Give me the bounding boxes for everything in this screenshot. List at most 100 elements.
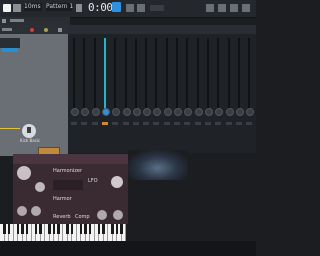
synth-knob-2[interactable] bbox=[35, 182, 45, 192]
black-key[interactable] bbox=[21, 224, 24, 234]
channel-slot[interactable] bbox=[81, 122, 87, 125]
fader-track[interactable] bbox=[186, 38, 188, 110]
mixer-channel[interactable] bbox=[152, 34, 161, 116]
black-key[interactable] bbox=[39, 224, 42, 234]
envelope-knob[interactable] bbox=[22, 124, 36, 138]
channel-slot[interactable] bbox=[184, 122, 190, 125]
pan-knob[interactable] bbox=[81, 108, 89, 116]
black-key[interactable] bbox=[48, 224, 51, 234]
mixer-channel[interactable] bbox=[111, 34, 120, 116]
mixer-channel[interactable] bbox=[91, 34, 100, 116]
fader-track[interactable] bbox=[125, 38, 127, 110]
fader-track[interactable] bbox=[228, 38, 230, 110]
pattern-select[interactable]: Pattern 1 bbox=[46, 3, 73, 11]
fader-track[interactable] bbox=[83, 38, 85, 110]
playlist-area[interactable]: Kick Basic bbox=[0, 34, 68, 161]
black-key[interactable] bbox=[79, 224, 83, 234]
black-key[interactable] bbox=[25, 224, 29, 234]
pan-knob[interactable] bbox=[215, 108, 223, 116]
tool-strip[interactable] bbox=[10, 19, 24, 22]
mixer-channel[interactable] bbox=[142, 34, 151, 116]
black-key[interactable] bbox=[7, 224, 11, 234]
browser-icon[interactable] bbox=[206, 4, 214, 12]
track-mute-indicator[interactable] bbox=[30, 28, 34, 32]
black-key[interactable] bbox=[88, 224, 92, 234]
mixer-channel[interactable] bbox=[132, 34, 141, 116]
channel-rack-icon[interactable] bbox=[230, 4, 238, 12]
channel-slot[interactable] bbox=[92, 122, 98, 125]
black-key[interactable] bbox=[66, 224, 69, 234]
black-key[interactable] bbox=[115, 224, 119, 234]
fader-track[interactable] bbox=[248, 38, 250, 110]
pan-knob[interactable] bbox=[112, 108, 120, 116]
black-key[interactable] bbox=[97, 224, 101, 234]
mixer-channel[interactable] bbox=[194, 34, 203, 116]
pan-knob[interactable] bbox=[123, 108, 131, 116]
channel-slot[interactable] bbox=[246, 122, 252, 125]
menu-icon[interactable] bbox=[3, 4, 11, 12]
fader-track[interactable] bbox=[238, 38, 240, 110]
metronome-icon[interactable] bbox=[137, 4, 145, 12]
black-key[interactable] bbox=[57, 224, 60, 234]
fader-track[interactable] bbox=[104, 38, 106, 110]
black-key[interactable] bbox=[52, 224, 56, 234]
track-solo-indicator[interactable] bbox=[44, 28, 48, 32]
fader-track[interactable] bbox=[155, 38, 157, 110]
pan-knob[interactable] bbox=[133, 108, 141, 116]
channel-slot[interactable] bbox=[205, 122, 211, 125]
track-settings-icon[interactable] bbox=[58, 28, 62, 32]
mixer-channel[interactable] bbox=[70, 34, 79, 116]
channel-slot[interactable] bbox=[226, 122, 232, 125]
mixer-channel[interactable] bbox=[122, 34, 131, 116]
snap-select[interactable]: 10ms bbox=[24, 3, 42, 11]
mixer-channel[interactable] bbox=[173, 34, 182, 116]
mixer-channel[interactable] bbox=[163, 34, 172, 116]
mixer-channel[interactable] bbox=[80, 34, 89, 116]
piano-roll-icon[interactable] bbox=[242, 4, 250, 12]
fader-track[interactable] bbox=[145, 38, 147, 110]
black-key[interactable] bbox=[84, 224, 87, 234]
black-key[interactable] bbox=[120, 224, 123, 234]
pan-knob[interactable] bbox=[174, 108, 182, 116]
channel-slot[interactable] bbox=[102, 122, 108, 125]
pan-knob[interactable] bbox=[246, 108, 254, 116]
fader-track[interactable] bbox=[217, 38, 219, 110]
synth-knob-4[interactable] bbox=[31, 206, 41, 216]
channel-slot[interactable] bbox=[71, 122, 77, 125]
black-key[interactable] bbox=[3, 224, 6, 234]
channel-slot[interactable] bbox=[174, 122, 180, 125]
channel-slot[interactable] bbox=[195, 122, 201, 125]
channel-slot[interactable] bbox=[143, 122, 149, 125]
mixer-channel[interactable] bbox=[204, 34, 213, 116]
mixer-icon[interactable] bbox=[218, 4, 226, 12]
pan-knob[interactable] bbox=[184, 108, 192, 116]
channel-slot[interactable] bbox=[215, 122, 221, 125]
tool-icon[interactable] bbox=[2, 19, 6, 23]
lfo-knob[interactable] bbox=[111, 176, 123, 188]
fader-track[interactable] bbox=[114, 38, 116, 110]
piano-keyboard[interactable] bbox=[0, 224, 127, 241]
channel-slot[interactable] bbox=[236, 122, 242, 125]
pan-knob[interactable] bbox=[205, 108, 213, 116]
pan-knob[interactable] bbox=[102, 108, 110, 116]
mixer-channel[interactable] bbox=[183, 34, 192, 116]
fader-track[interactable] bbox=[207, 38, 209, 110]
fader-track[interactable] bbox=[166, 38, 168, 110]
fader-track[interactable] bbox=[94, 38, 96, 110]
channel-slot[interactable] bbox=[164, 122, 170, 125]
mixer-channel[interactable] bbox=[101, 34, 110, 116]
synth-knob-main[interactable] bbox=[17, 166, 31, 180]
black-key[interactable] bbox=[70, 224, 74, 234]
mixer-channel[interactable] bbox=[214, 34, 223, 116]
mixer-channel[interactable] bbox=[245, 34, 254, 116]
channel-slot[interactable] bbox=[133, 122, 139, 125]
black-key[interactable] bbox=[16, 224, 20, 234]
pan-knob[interactable] bbox=[236, 108, 244, 116]
grid-icon[interactable] bbox=[13, 4, 21, 12]
record-mode-button[interactable] bbox=[112, 2, 121, 12]
black-key[interactable] bbox=[34, 224, 38, 234]
tempo-icon[interactable] bbox=[126, 4, 134, 12]
selected-pattern-clip[interactable] bbox=[2, 48, 18, 52]
pan-knob[interactable] bbox=[226, 108, 234, 116]
black-key[interactable] bbox=[102, 224, 105, 234]
